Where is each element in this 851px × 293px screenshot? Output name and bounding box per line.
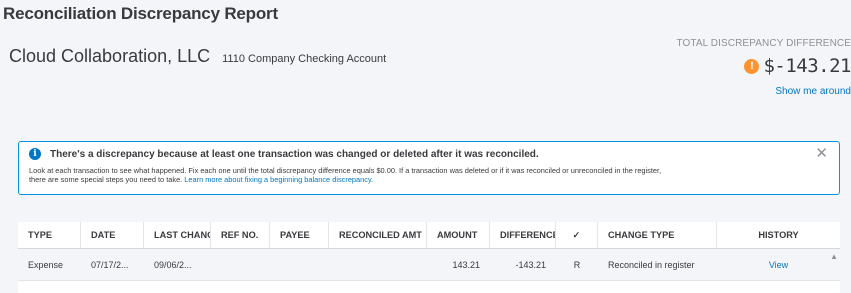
cell-change-type: Reconciled in register (608, 259, 695, 270)
column-header-ref-no[interactable]: REF NO. (211, 222, 270, 248)
cell-amount: 143.21 (452, 259, 480, 270)
scroll-up-arrow-icon[interactable]: ▲ (830, 252, 838, 261)
company-header: Cloud Collaboration, LLC 1110 Company Ch… (9, 46, 386, 67)
view-history-link[interactable]: View (769, 260, 788, 270)
learn-more-link[interactable]: Learn more about fixing a beginning bala… (184, 175, 373, 184)
discrepancy-alert: i There's a discrepancy because at least… (18, 141, 840, 195)
alert-title: There's a discrepancy because at least o… (50, 148, 539, 160)
alert-body-line-2: there are some special steps you need to… (29, 175, 829, 184)
total-discrepancy-label: TOTAL DISCREPANCY DIFFERENCE (676, 38, 851, 49)
cell-reconciled-status: R (573, 259, 581, 270)
company-name: Cloud Collaboration, LLC (9, 46, 211, 66)
table-header-row: TYPE DATE LAST CHANG REF NO. PAYEE RECON… (18, 222, 840, 249)
alert-body-line-2-text: there are some special steps you need to… (29, 175, 185, 185)
column-header-type[interactable]: TYPE (18, 222, 81, 248)
table-row-partial (18, 281, 840, 293)
table-row[interactable]: Expense 07/17/2... 09/06/2... 143.21 -14… (18, 249, 840, 281)
report-title: Reconciliation Discrepancy Report (3, 4, 278, 23)
discrepancy-table: TYPE DATE LAST CHANG REF NO. PAYEE RECON… (18, 222, 840, 293)
cell-date: 07/17/2... (91, 259, 129, 270)
show-me-around-link[interactable]: Show me around (677, 86, 851, 97)
total-discrepancy: TOTAL DISCREPANCY DIFFERENCE ! $-143.21 … (677, 38, 851, 97)
account-name: 1110 Company Checking Account (222, 53, 387, 65)
column-header-change-type[interactable]: CHANGE TYPE (598, 222, 717, 248)
column-header-history[interactable]: HISTORY (717, 222, 840, 248)
warning-icon: ! (744, 58, 760, 74)
cell-last-changed: 09/06/2... (154, 259, 192, 270)
cell-history: View (717, 260, 840, 270)
close-icon[interactable]: ✕ (815, 146, 828, 161)
column-header-payee[interactable]: PAYEE (270, 222, 329, 248)
column-header-difference[interactable]: DIFFERENCE (490, 222, 556, 248)
total-discrepancy-value: $-143.21 (763, 55, 851, 77)
column-header-reconciled-amt[interactable]: RECONCILED AMT (329, 222, 427, 248)
alert-body: Look at each transaction to see what hap… (29, 166, 829, 185)
column-header-amount[interactable]: AMOUNT (427, 222, 490, 248)
column-header-reconciled-check[interactable]: ✓ (556, 222, 598, 248)
cell-difference: -143.21 (515, 259, 546, 270)
alert-body-line-1: Look at each transaction to see what hap… (29, 166, 662, 175)
column-header-last-changed[interactable]: LAST CHANG (144, 222, 211, 248)
info-icon: i (29, 148, 41, 160)
cell-type: Expense (28, 259, 64, 270)
column-header-date[interactable]: DATE (81, 222, 144, 248)
